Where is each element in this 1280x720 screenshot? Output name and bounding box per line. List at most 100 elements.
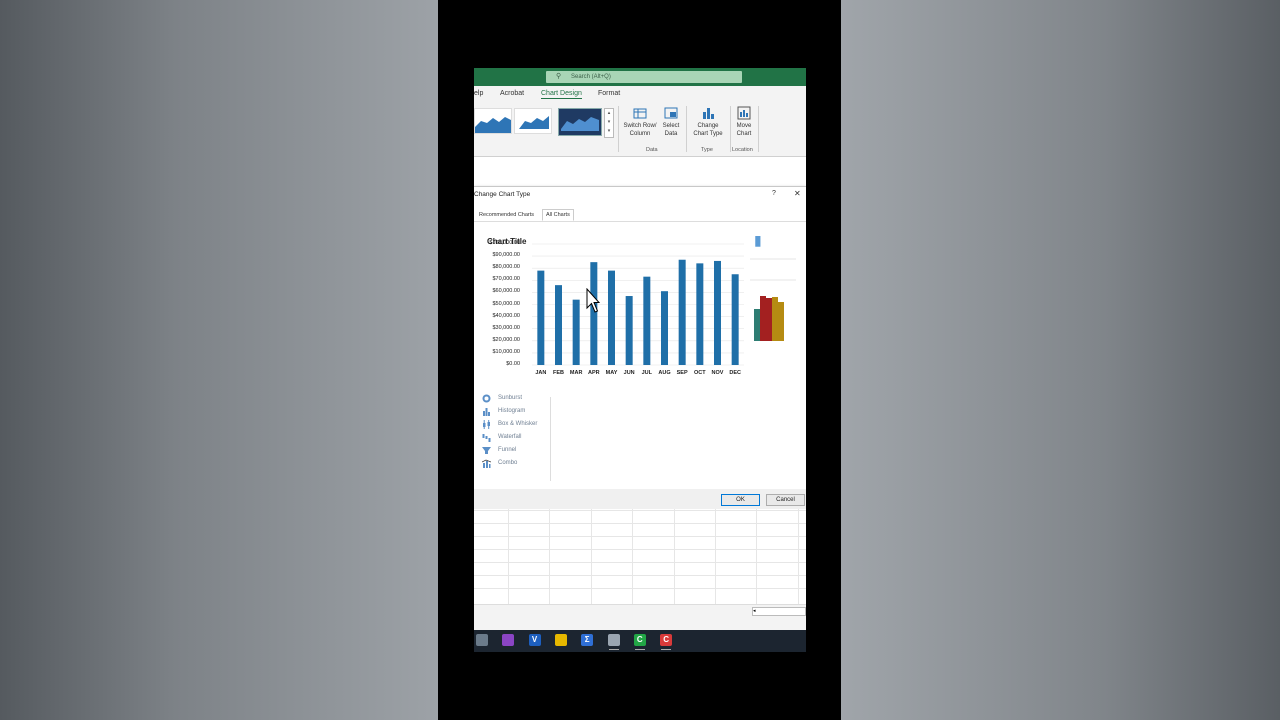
bar-chart (532, 243, 744, 366)
tab-all-charts[interactable]: All Charts (542, 209, 574, 221)
chart-type-label: Histogram (498, 408, 526, 414)
chart-style-thumb-3[interactable] (558, 108, 602, 136)
group-label-type: Type (701, 147, 713, 153)
excel-window: ⚲ Search (Alt+Q) elp Acrobat Chart Desig… (474, 68, 806, 652)
search-placeholder: Search (Alt+Q) (571, 74, 611, 80)
area-style-icon (475, 117, 511, 133)
bar-oct[interactable] (696, 263, 704, 365)
tab-recommended-charts[interactable]: Recommended Charts (476, 211, 537, 219)
x-tick-label: AUG (658, 370, 671, 376)
area-style-icon (519, 116, 549, 129)
bar-feb[interactable] (555, 285, 562, 365)
chart-style-thumb-2[interactable] (514, 108, 552, 134)
bar-nov[interactable] (714, 260, 721, 365)
chart-type-funnel[interactable]: Funnel (482, 446, 552, 458)
tab-format[interactable]: Format (598, 90, 620, 97)
chart-type-label: Funnel (498, 447, 517, 453)
change-chart-type-dialog: Change Chart Type ? ✕ Recommended Charts… (474, 186, 806, 510)
close-icon[interactable]: ✕ (794, 189, 801, 198)
taskbar: VΣCC (474, 630, 806, 652)
drop-app-icon[interactable] (502, 634, 515, 646)
tab-chart-design[interactable]: Chart Design (541, 90, 582, 99)
select-data-icon (664, 107, 678, 119)
clustered-column-preview-icon: ▮ (750, 232, 796, 341)
change-chart-type-button[interactable]: Change Chart Type (690, 106, 726, 138)
search-box[interactable]: ⚲ Search (Alt+Q) (546, 71, 742, 83)
ribbon-separator (730, 106, 731, 152)
grid-line (756, 509, 757, 604)
bar-aug[interactable] (661, 291, 668, 365)
chart-type-combo[interactable]: Combo (482, 459, 552, 471)
switch-row-column-button[interactable]: Switch Row/ Column (622, 106, 658, 138)
status-bar (474, 616, 806, 630)
y-tick-label: $10,000.00 (492, 348, 520, 355)
x-tick-label: APR (588, 370, 600, 376)
change-chart-type-label: Change Chart Type (693, 123, 723, 137)
dialog-footer: OK Cancel (474, 489, 806, 509)
select-data-button[interactable]: Select Data (660, 106, 682, 138)
help-icon[interactable]: ? (772, 190, 776, 197)
x-tick-label: MAY (605, 370, 618, 376)
y-tick-label: $60,000.00 (492, 288, 520, 295)
bar-may[interactable] (608, 270, 615, 365)
cancel-button[interactable]: Cancel (766, 494, 805, 506)
camtasia-green-icon[interactable]: C (633, 634, 646, 646)
y-tick-label: $100,000.00 (489, 240, 520, 246)
chart-type-waterfall[interactable]: Waterfall (482, 433, 552, 445)
x-tick-label: OCT (694, 370, 706, 376)
chart-type-label: Box & Whisker (498, 421, 538, 427)
bar-jun[interactable] (625, 296, 633, 365)
x-tick-label: JUN (623, 370, 635, 376)
move-chart-button[interactable]: Move Chart (734, 106, 754, 138)
chart-preview: Chart Title $100,000.00 $90,000.00 $80,000… (480, 225, 746, 393)
style-gallery-scroll[interactable]: ▴ ▾ ▾ (604, 108, 614, 138)
chart-style-thumb-1[interactable] (474, 108, 512, 134)
switch-row-column-icon (633, 108, 647, 119)
chrome-app-icon[interactable] (607, 634, 620, 646)
v-app-icon[interactable]: V (528, 634, 541, 646)
move-chart-icon (737, 106, 751, 120)
video-background-right (841, 0, 1280, 720)
camtasia-red-icon[interactable]: C (660, 634, 673, 646)
dialog-tabs: Recommended Charts All Charts (474, 209, 806, 222)
powerbi-icon[interactable] (554, 634, 567, 646)
ribbon: ▴ ▾ ▾ Switch Row/ Column Select Data Chang… (474, 102, 806, 157)
chart-variant-preview[interactable]: ▮ (750, 225, 800, 355)
chart-type-label: Waterfall (498, 434, 522, 440)
group-label-data: Data (646, 147, 658, 153)
tab-help[interactable]: elp (474, 90, 483, 97)
chart-type-histogram[interactable]: Histogram (482, 407, 552, 419)
scroll-left-icon[interactable]: ◂ (753, 608, 756, 614)
mouse-cursor-icon (586, 288, 600, 313)
ribbon-separator (686, 106, 687, 152)
ok-button[interactable]: OK (721, 494, 760, 506)
move-chart-label: Move Chart (736, 123, 752, 137)
bar-mar[interactable] (572, 299, 580, 365)
worksheet-grid[interactable] (474, 509, 806, 604)
y-tick-label: $0.00 (506, 361, 520, 367)
grid-line (632, 509, 633, 604)
bar-dec[interactable] (731, 274, 739, 365)
y-tick-label: $40,000.00 (492, 312, 520, 319)
chart-type-sunburst[interactable]: Sunburst (482, 394, 552, 406)
chart-type-label: Combo (498, 460, 518, 466)
x-tick-label: JUL (641, 370, 653, 376)
funnel-icon (482, 447, 491, 454)
grid-line (715, 509, 716, 604)
bar-jul[interactable] (643, 276, 651, 365)
change-chart-type-icon (703, 108, 714, 119)
cloud-app-icon[interactable] (476, 634, 488, 646)
sigma-app-icon[interactable]: Σ (581, 634, 594, 646)
horizontal-scrollbar[interactable]: ◂ (752, 607, 806, 616)
x-tick-label: DEC (729, 370, 741, 376)
y-tick-label: $30,000.00 (492, 324, 520, 331)
y-tick-label: $70,000.00 (492, 276, 520, 283)
video-background-left (0, 0, 438, 720)
grid-line (798, 509, 799, 604)
tab-acrobat[interactable]: Acrobat (500, 90, 524, 97)
x-tick-label: NOV (711, 370, 724, 376)
bar-jan[interactable] (537, 270, 545, 365)
select-data-label: Select Data (662, 123, 680, 137)
bar-sep[interactable] (678, 259, 686, 365)
chart-type-box-whisker[interactable]: Box & Whisker (482, 420, 552, 432)
